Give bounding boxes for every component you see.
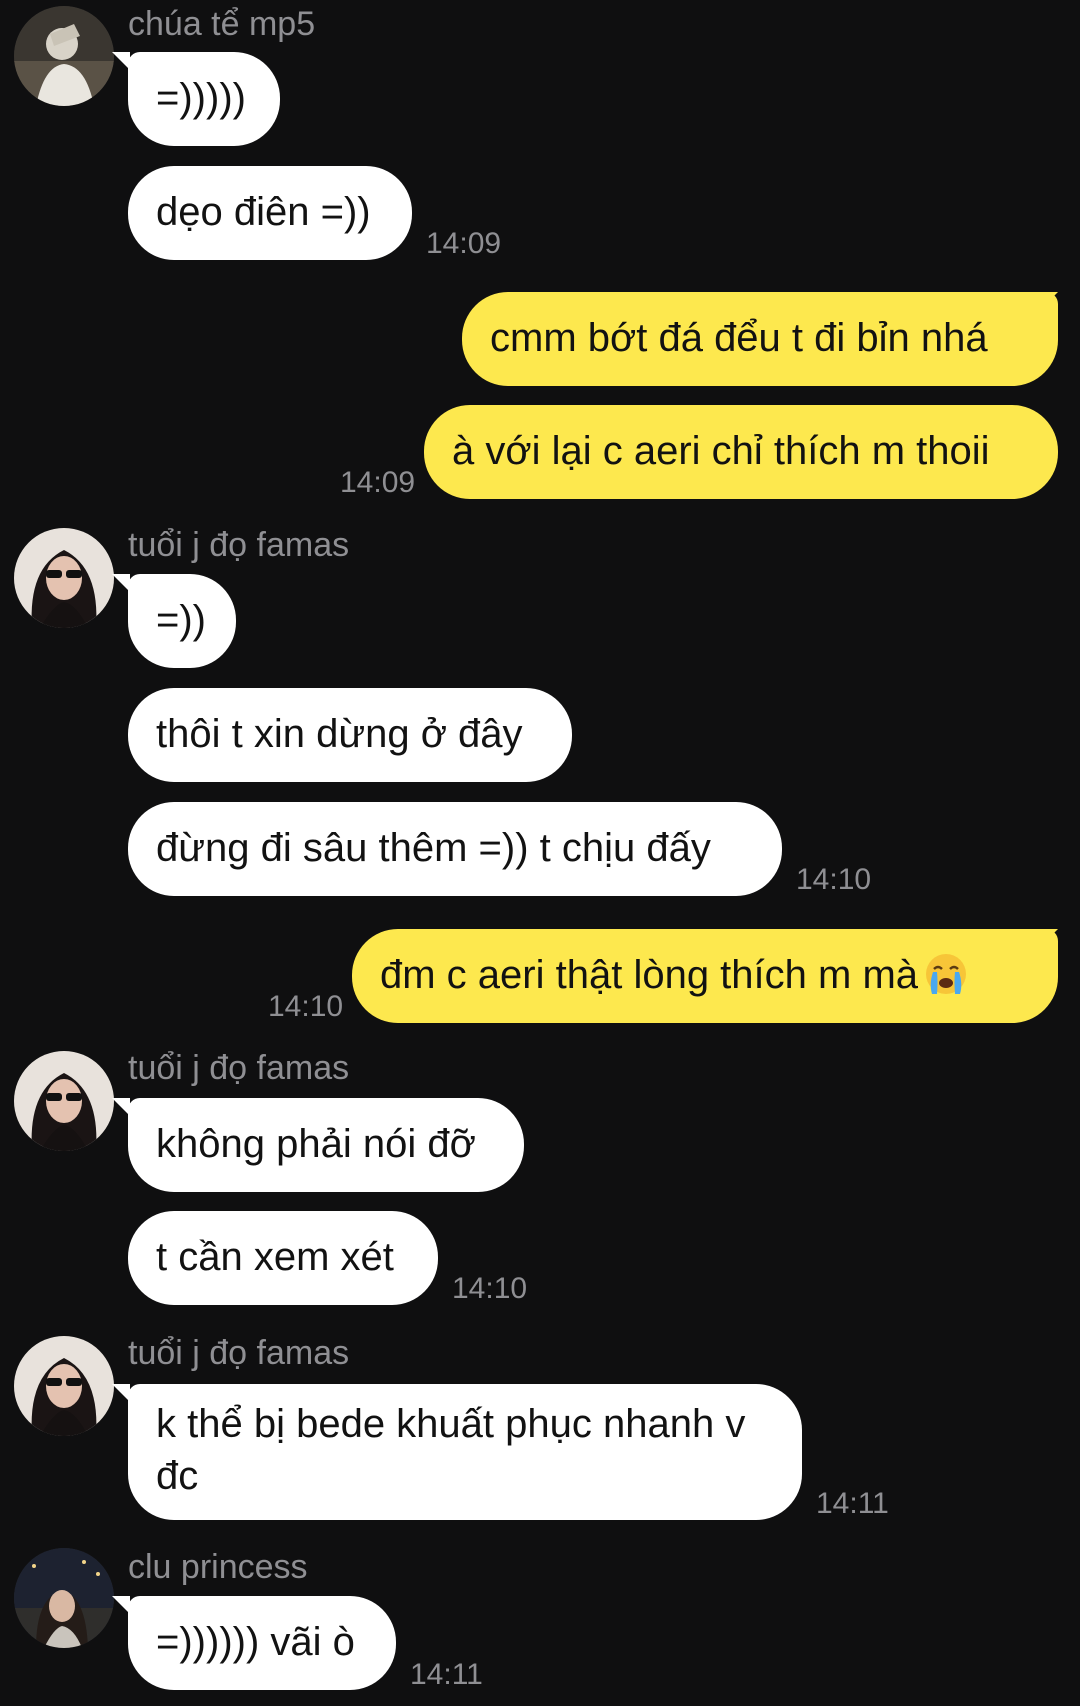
sender-avatar[interactable] xyxy=(14,1051,114,1151)
message-time: 14:11 xyxy=(816,1487,889,1520)
message-time: 14:10 xyxy=(796,863,872,896)
avatar-photo-icon xyxy=(14,1548,114,1648)
message-time: 14:11 xyxy=(410,1658,483,1691)
sender-name: tuổi j đọ famas xyxy=(128,1334,350,1372)
avatar-photo-icon xyxy=(14,1336,114,1436)
sender-avatar[interactable] xyxy=(14,1336,114,1436)
sender-name: tuổi j đọ famas xyxy=(128,1049,350,1087)
message-time: 14:09 xyxy=(340,466,416,499)
message-time: 14:10 xyxy=(268,990,344,1023)
message-bubble[interactable]: t cần xem xét xyxy=(128,1211,438,1305)
message-bubble[interactable]: =)) xyxy=(128,574,236,668)
message-bubble[interactable]: =))))) xyxy=(128,52,280,146)
message-bubble[interactable]: dẹo điên =)) xyxy=(128,166,412,260)
avatar-photo-icon xyxy=(14,1051,114,1151)
message-bubble[interactable]: đừng đi sâu thêm =)) t chịu đấy xyxy=(128,802,782,896)
avatar-photo-icon xyxy=(14,6,114,106)
sender-avatar[interactable] xyxy=(14,1548,114,1648)
message-bubble[interactable]: không phải nói đỡ xyxy=(128,1098,524,1192)
sender-name: clu princess xyxy=(128,1548,308,1586)
message-bubble[interactable]: k thể bị bede khuất phục nhanh v đc xyxy=(128,1384,802,1520)
crying-face-emoji-icon xyxy=(926,954,967,994)
chat-thread: chúa tể mp5 =))))) dẹo điên =)) 14:09 cm… xyxy=(0,0,1080,1706)
sender-name: tuổi j đọ famas xyxy=(128,526,350,564)
sender-avatar[interactable] xyxy=(14,6,114,106)
message-time: 14:10 xyxy=(452,1272,528,1305)
sender-name: chúa tể mp5 xyxy=(128,5,316,43)
message-bubble[interactable]: à với lại c aeri chỉ thích m thoii xyxy=(424,405,1058,499)
message-time: 14:09 xyxy=(426,227,502,260)
avatar-photo-icon xyxy=(14,528,114,628)
message-bubble[interactable]: =)))))) vãi ò xyxy=(128,1596,396,1690)
message-text: đm c aeri thật lòng thích m mà xyxy=(380,953,919,997)
message-bubble[interactable]: thôi t xin dừng ở đây xyxy=(128,688,572,782)
message-bubble[interactable]: đm c aeri thật lòng thích m mà xyxy=(352,929,1058,1023)
message-bubble[interactable]: cmm bớt đá đểu t đi bỉn nhá xyxy=(462,292,1058,386)
sender-avatar[interactable] xyxy=(14,528,114,628)
